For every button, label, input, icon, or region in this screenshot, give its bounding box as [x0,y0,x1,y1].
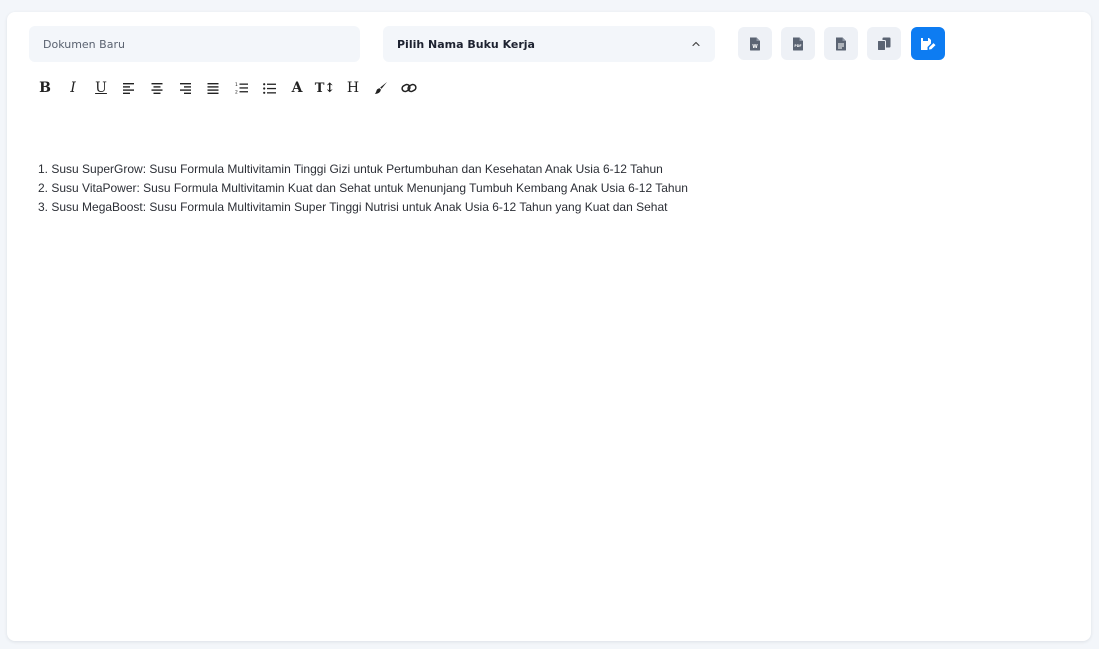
export-word-button[interactable]: W [738,27,772,60]
align-right-icon [180,82,191,94]
copy-icon [877,37,891,51]
align-center-button[interactable] [143,78,171,98]
numbered-list: 1. Susu SuperGrow: Susu Formula Multivit… [29,120,1069,217]
font-size-button[interactable]: T↕ [311,78,339,98]
bold-icon: B [39,80,51,96]
italic-button[interactable]: I [59,78,87,98]
font-color-button[interactable]: A [283,78,311,98]
svg-text:2: 2 [235,90,238,95]
underline-icon: U [95,80,107,96]
align-left-icon [123,82,134,94]
editor-card: Pilih Nama Buku Kerja W PDF [7,12,1091,641]
italic-icon: I [70,80,76,96]
heading-icon: H [346,80,360,96]
document-name-input[interactable] [29,26,360,62]
save-button[interactable] [911,27,945,60]
svg-text:1: 1 [235,82,238,88]
list-item: 1. Susu SuperGrow: Susu Formula Multivit… [38,162,663,176]
file-word-icon: W [750,37,760,50]
link-button[interactable] [395,78,423,98]
workbook-select[interactable]: Pilih Nama Buku Kerja [383,26,715,62]
align-right-button[interactable] [171,78,199,98]
align-center-icon [151,82,163,94]
export-pdf-button[interactable]: PDF [781,27,815,60]
list-item: 3. Susu MegaBoost: Susu Formula Multivit… [38,200,668,214]
font-size-icon: T↕ [314,80,336,96]
copy-button[interactable] [867,27,901,60]
ordered-list-icon: 1 2 [235,82,248,94]
unordered-list-icon [262,82,276,94]
file-pdf-icon: PDF [793,37,803,50]
text-editor[interactable]: 1. Susu SuperGrow: Susu Formula Multivit… [29,120,1069,620]
svg-text:W: W [752,44,758,50]
file-text-icon [836,37,846,50]
bold-button[interactable]: B [31,78,59,98]
align-justify-icon [207,82,219,94]
save-edit-icon [921,37,936,50]
heading-button[interactable]: H [339,78,367,98]
highlight-button[interactable] [367,78,395,98]
brush-icon [374,82,387,94]
align-justify-button[interactable] [199,78,227,98]
export-text-button[interactable] [824,27,858,60]
link-icon [401,83,417,93]
unordered-list-button[interactable] [255,78,283,98]
font-color-icon: A [291,80,303,96]
formatting-toolbar: B I U 1 2 A T↕ H [31,78,423,98]
underline-button[interactable]: U [87,78,115,98]
ordered-list-button[interactable]: 1 2 [227,78,255,98]
list-item: 2. Susu VitaPower: Susu Formula Multivit… [38,181,688,195]
workbook-select-label: Pilih Nama Buku Kerja [397,37,535,51]
chevron-up-icon [692,41,700,47]
align-left-button[interactable] [115,78,143,98]
svg-text:PDF: PDF [794,44,801,48]
